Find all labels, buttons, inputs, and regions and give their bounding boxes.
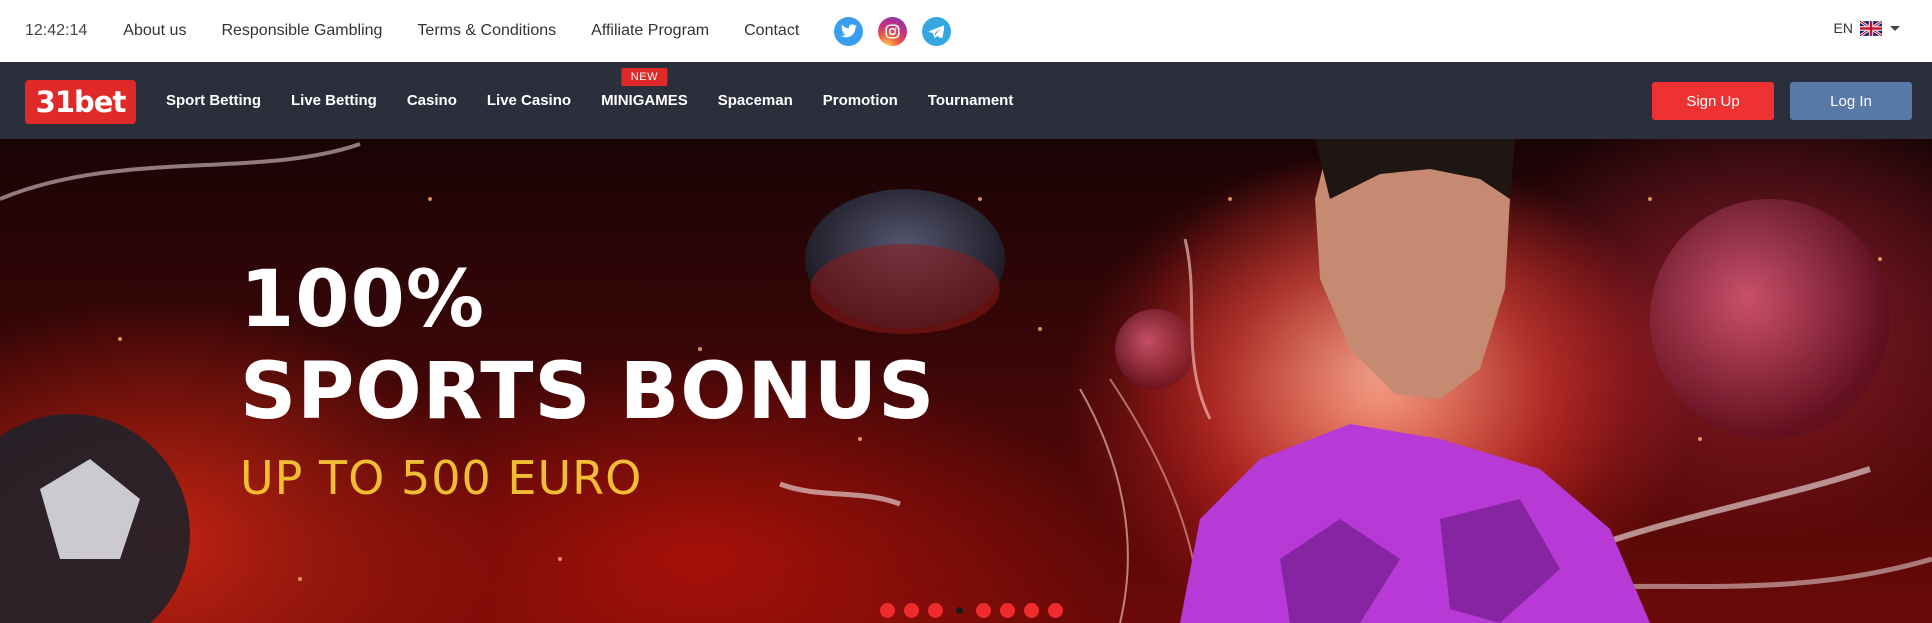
uk-flag-icon — [1859, 19, 1883, 37]
carousel-dot[interactable] — [1000, 603, 1015, 618]
carousel-dots — [880, 603, 1072, 618]
language-selector[interactable]: EN — [1833, 19, 1900, 37]
contact-link[interactable]: Contact — [744, 22, 799, 40]
carousel-dot[interactable] — [880, 603, 895, 618]
chevron-down-icon — [1890, 25, 1900, 31]
carousel-dot[interactable] — [1048, 603, 1063, 618]
top-utility-bar: 12:42:14 About us Responsible Gambling T… — [0, 0, 1932, 62]
site-logo[interactable]: 31bet — [25, 80, 136, 124]
nav-links: Sport Betting Live Betting Casino Live C… — [166, 62, 1043, 139]
carousel-dot[interactable] — [956, 607, 963, 614]
log-in-button[interactable]: Log In — [1790, 82, 1912, 120]
hero-banner[interactable]: 100% SPORTS BONUS UP TO 500 EURO — [0, 139, 1932, 623]
responsible-gambling-link[interactable]: Responsible Gambling — [221, 22, 382, 40]
nav-promotion[interactable]: Promotion — [823, 92, 898, 109]
nav-spaceman[interactable]: Spaceman — [718, 92, 793, 109]
hero-headline: 100% SPORTS BONUS — [240, 254, 935, 438]
carousel-dot[interactable] — [976, 603, 991, 618]
new-badge: NEW — [621, 68, 667, 86]
nav-live-casino[interactable]: Live Casino — [487, 92, 571, 109]
about-us-link[interactable]: About us — [123, 22, 186, 40]
carousel-dot[interactable] — [928, 603, 943, 618]
nav-live-betting[interactable]: Live Betting — [291, 92, 377, 109]
telegram-icon[interactable] — [922, 16, 952, 46]
nav-minigames[interactable]: NEW MINIGAMES — [601, 68, 688, 109]
hero-headline-line2: SPORTS BONUS — [240, 347, 936, 437]
hero-subheadline: UP TO 500 EURO — [240, 451, 643, 505]
social-links — [834, 16, 966, 46]
terms-conditions-link[interactable]: Terms & Conditions — [417, 22, 556, 40]
carousel-dot[interactable] — [1024, 603, 1039, 618]
affiliate-program-link[interactable]: Affiliate Program — [591, 22, 709, 40]
nav-minigames-label: MINIGAMES — [601, 92, 688, 109]
clock: 12:42:14 — [25, 22, 88, 39]
language-code: EN — [1833, 20, 1853, 36]
hero-headline-line1: 100% — [240, 255, 485, 345]
nav-sport-betting[interactable]: Sport Betting — [166, 92, 261, 109]
instagram-icon[interactable] — [878, 16, 908, 46]
nav-casino[interactable]: Casino — [407, 92, 457, 109]
twitter-icon[interactable] — [834, 16, 864, 46]
sign-up-button[interactable]: Sign Up — [1652, 82, 1774, 120]
carousel-dot[interactable] — [904, 603, 919, 618]
nav-tournament[interactable]: Tournament — [928, 92, 1014, 109]
main-navigation: 31bet Sport Betting Live Betting Casino … — [0, 62, 1932, 139]
